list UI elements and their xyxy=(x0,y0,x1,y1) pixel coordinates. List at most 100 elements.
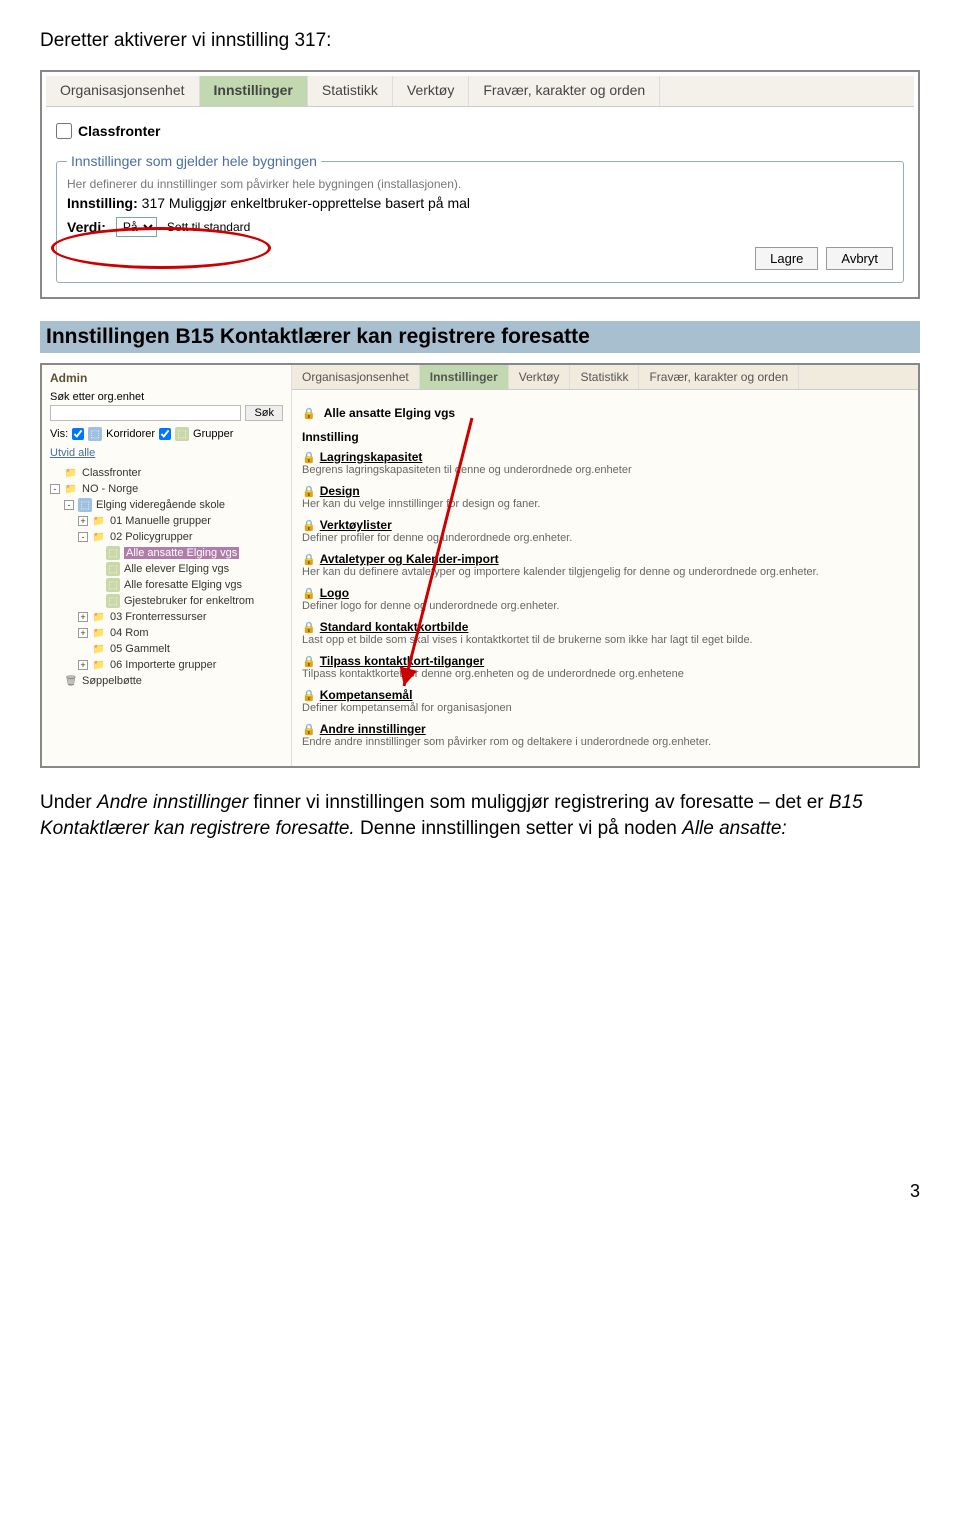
tree-item[interactable]: -📁 02 Policygrupper xyxy=(50,529,283,545)
gruppe-icon: ⬚ xyxy=(106,562,120,576)
tab-organisasjonsenhet[interactable]: Organisasjonsenhet xyxy=(292,365,420,389)
tree-item[interactable]: ⬚ Alle ansatte Elging vgs xyxy=(50,545,283,561)
settings-item[interactable]: 🔒Standard kontaktkortbildeLast opp et bi… xyxy=(302,620,908,646)
search-button[interactable]: Søk xyxy=(245,405,283,421)
folder-icon: 📁 xyxy=(92,658,106,672)
tree-label: Gjestebruker for enkeltrom xyxy=(124,595,254,607)
settings-item-desc: Definer profiler for denne og underordne… xyxy=(302,532,908,544)
expand-toggle[interactable]: + xyxy=(78,612,88,622)
lock-icon: 🔒 xyxy=(302,520,316,532)
save-button[interactable]: Lagre xyxy=(755,247,818,270)
expand-toggle[interactable]: + xyxy=(78,660,88,670)
expand-all-link[interactable]: Utvid alle xyxy=(50,447,95,459)
verdi-label: Verdi: xyxy=(67,219,106,235)
folder-icon: 📁 xyxy=(64,466,78,480)
tree-item[interactable]: +📁03 Fronterressurser xyxy=(50,609,283,625)
settings-item-title: Verktøylister xyxy=(320,518,392,532)
fieldset-desc: Her definerer du innstillinger som påvir… xyxy=(67,177,893,191)
korridorer-checkbox[interactable] xyxy=(72,428,84,440)
classfronter-checkbox[interactable] xyxy=(56,123,72,139)
gruppe-icon: ⬚ xyxy=(106,578,120,592)
tree-item[interactable]: 📁Classfronter xyxy=(50,465,283,481)
tree-label: 02 Policygrupper xyxy=(110,531,193,543)
reset-link[interactable]: Sett til standard xyxy=(167,220,250,234)
settings-item-title: Standard kontaktkortbilde xyxy=(320,620,469,634)
settings-item-desc: Tilpass kontaktkortet for denne org.enhe… xyxy=(302,668,908,680)
search-label: Søk etter org.enhet xyxy=(50,391,283,403)
setting-line: Innstilling: 317 Muliggjør enkeltbruker-… xyxy=(67,195,893,211)
trash-icon: 🗑 xyxy=(64,674,78,688)
lock-icon: 🔒 xyxy=(302,724,316,736)
settings-item-title: Lagringskapasitet xyxy=(320,450,423,464)
settings-item[interactable]: 🔒 VerktøylisterDefiner profiler for denne… xyxy=(302,518,908,544)
tree-item[interactable]: 🗑Søppelbøtte xyxy=(50,673,283,689)
settings-item-title: Kompetansemål xyxy=(320,688,413,702)
expand-toggle[interactable]: - xyxy=(64,500,74,510)
folder-icon: 📁 xyxy=(92,530,106,544)
settings-item[interactable]: 🔒Andre innstillingerEndre andre innstill… xyxy=(302,722,908,748)
settings-item[interactable]: 🔒 LagringskapasitetBegrens lagringskapasi… xyxy=(302,450,908,476)
settings-item-title: Logo xyxy=(320,586,349,600)
tree-label: 05 Gammelt xyxy=(110,643,170,655)
tab-statistikk[interactable]: Statistikk xyxy=(308,76,393,106)
settings-item[interactable]: 🔒DesignHer kan du velge innstillinger fo… xyxy=(302,484,908,510)
intro-text: Deretter aktiverer vi innstilling 317: xyxy=(40,30,920,52)
tree-item[interactable]: ⬚ Alle foresatte Elging vgs xyxy=(50,577,283,593)
verdi-select[interactable]: På xyxy=(116,217,157,237)
tree-item[interactable]: + 📁 04 Rom xyxy=(50,625,283,641)
page-number: 3 xyxy=(40,1181,920,1202)
tab-innstillinger[interactable]: Innstillinger xyxy=(420,365,509,389)
tree-label: 06 Importerte grupper xyxy=(110,659,216,671)
settings-item[interactable]: 🔒Tilpass kontaktkort-tilgangerTilpass ko… xyxy=(302,654,908,680)
grupper-checkbox[interactable] xyxy=(159,428,171,440)
tree-item[interactable]: +📁01 Manuelle grupper xyxy=(50,513,283,529)
tree-item[interactable]: -📁NO - Norge xyxy=(50,481,283,497)
admin-title: Admin xyxy=(50,371,283,385)
tree-label: Alle foresatte Elging vgs xyxy=(124,579,242,591)
settings-fieldset: Innstillinger som gjelder hele bygningen… xyxy=(56,153,904,283)
tree-label: NO - Norge xyxy=(82,483,138,495)
settings-item[interactable]: 🔒KompetansemålDefiner kompetansemål for … xyxy=(302,688,908,714)
section-heading: Innstillingen B15 Kontaktlærer kan regis… xyxy=(40,321,920,353)
settings-item[interactable]: 🔒Avtaletyper og Kalender-importHer kan d… xyxy=(302,552,908,578)
tree-item[interactable]: ⬚ Alle elever Elging vgs xyxy=(50,561,283,577)
expand-toggle[interactable]: - xyxy=(78,532,88,542)
tab-verkt-y[interactable]: Verktøy xyxy=(509,365,571,389)
lock-icon: 🔒 xyxy=(302,690,316,702)
grupper-label: Grupper xyxy=(193,428,233,440)
expand-toggle[interactable]: + xyxy=(78,516,88,526)
tree-item[interactable]: -⬚Elging videregående skole xyxy=(50,497,283,513)
search-input[interactable] xyxy=(50,405,241,421)
tree-label: 04 Rom xyxy=(110,627,149,639)
folder-icon: 📁 xyxy=(92,610,106,624)
settings-item-title: Andre innstillinger xyxy=(320,722,426,736)
tree-item[interactable]: + 📁 06 Importerte grupper xyxy=(50,657,283,673)
tree-item[interactable]: 📁 05 Gammelt xyxy=(50,641,283,657)
expand-toggle[interactable]: + xyxy=(78,628,88,638)
group-title: Alle ansatte Elging vgs xyxy=(324,406,455,420)
gruppe-icon: ⬚ xyxy=(106,546,120,560)
settings-item[interactable]: 🔒LogoDefiner logo for denne og underordn… xyxy=(302,586,908,612)
cancel-button[interactable]: Avbryt xyxy=(826,247,893,270)
tab-frav-r-karakter-og-orden[interactable]: Fravær, karakter og orden xyxy=(639,365,799,389)
tree-item[interactable]: ⬚ Gjestebruker for enkeltrom xyxy=(50,593,283,609)
tree-label: Alle elever Elging vgs xyxy=(124,563,229,575)
tab-organisasjonsenhet[interactable]: Organisasjonsenhet xyxy=(46,76,200,106)
tabbar-1: OrganisasjonsenhetInnstillingerStatistik… xyxy=(46,76,914,107)
tree-label: Alle ansatte Elging vgs xyxy=(124,547,239,559)
folder-icon: 📁 xyxy=(92,626,106,640)
korridor-icon: ⬚ xyxy=(88,427,102,441)
tab-verkt-y[interactable]: Verktøy xyxy=(393,76,469,106)
expand-toggle[interactable]: - xyxy=(50,484,60,494)
settings-item-title: Tilpass kontaktkort-tilganger xyxy=(320,654,484,668)
settings-item-title: Avtaletyper og Kalender-import xyxy=(320,552,499,566)
lock-icon: 🔒 xyxy=(302,486,316,498)
folder-icon: 📁 xyxy=(92,642,106,656)
tab-statistikk[interactable]: Statistikk xyxy=(570,365,639,389)
lock-icon: 🔒 xyxy=(302,452,316,464)
tab-innstillinger[interactable]: Innstillinger xyxy=(200,76,308,106)
settings-item-desc: Definer logo for denne og underordnede o… xyxy=(302,600,908,612)
tab-frav-r-karakter-og-orden[interactable]: Fravær, karakter og orden xyxy=(469,76,660,106)
gruppe-icon: ⬚ xyxy=(106,594,120,608)
settings-item-desc: Begrens lagringskapasiteten til denne og… xyxy=(302,464,908,476)
